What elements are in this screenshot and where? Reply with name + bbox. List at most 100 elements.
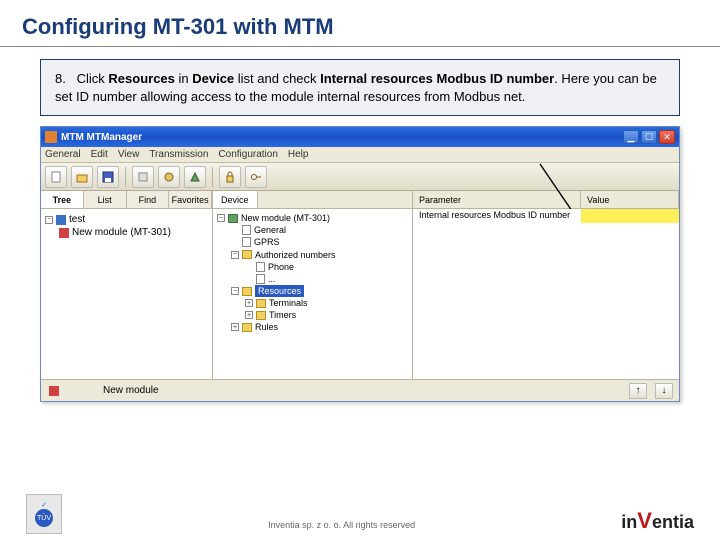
tree-module[interactable]: New module (MT-301) <box>45 226 208 239</box>
tab-device[interactable]: Device <box>213 191 258 208</box>
devtree-root[interactable]: − New module (MT-301) <box>217 212 408 224</box>
workarea: Tree List Find Favorites − test New modu… <box>41 191 679 379</box>
toolbar-btn5-icon[interactable] <box>158 166 180 188</box>
toolbar <box>41 163 679 191</box>
status-text: New module <box>67 385 621 396</box>
slide-title: Configuring MT-301 with MTM <box>0 0 720 46</box>
toolbar-open-icon[interactable] <box>71 166 93 188</box>
project-icon <box>56 215 66 225</box>
devtree-resources[interactable]: − Resources <box>217 285 408 297</box>
folder-icon <box>256 299 266 308</box>
collapse-icon[interactable]: − <box>45 216 53 224</box>
tree-root[interactable]: − test <box>45 213 208 226</box>
menu-view[interactable]: View <box>118 149 140 160</box>
devtree-timers[interactable]: + Timers <box>217 309 408 321</box>
page-icon <box>256 262 265 272</box>
collapse-icon[interactable]: − <box>217 214 225 222</box>
devtree-rules[interactable]: + Rules <box>217 321 408 333</box>
parameter-pane: Parameter Value Internal resources Modbu… <box>413 191 679 379</box>
inventia-logo: inVentia <box>621 508 694 534</box>
collapse-icon[interactable]: − <box>231 287 239 295</box>
devtree-gprs[interactable]: GPRS <box>217 236 408 248</box>
logo-v: V <box>637 508 652 533</box>
param-row[interactable]: Internal resources Modbus ID number <box>413 209 679 223</box>
instruction-text: Click Resources in Device list and check… <box>55 71 657 104</box>
menu-configuration[interactable]: Configuration <box>218 149 277 160</box>
collapse-icon[interactable]: − <box>231 251 239 259</box>
col-parameter[interactable]: Parameter <box>413 191 581 208</box>
module-icon <box>59 228 69 238</box>
expand-icon[interactable]: + <box>245 311 253 319</box>
toolbar-key-icon[interactable] <box>245 166 267 188</box>
devtree-dots-label: ... <box>268 273 276 285</box>
nav-down-button[interactable]: ↓ <box>655 383 673 399</box>
module-icon <box>49 386 59 396</box>
parameter-body: Internal resources Modbus ID number <box>413 209 679 379</box>
toolbar-save-icon[interactable] <box>97 166 119 188</box>
parameter-header: Parameter Value <box>413 191 679 209</box>
devtree-resources-label: Resources <box>255 285 304 297</box>
step-number: 8. <box>55 70 73 88</box>
folder-icon <box>242 250 252 259</box>
menu-general[interactable]: General <box>45 149 81 160</box>
col-value[interactable]: Value <box>581 191 679 208</box>
instruction-box: 8. Click Resources in Device list and ch… <box>40 59 680 116</box>
page-icon <box>242 237 251 247</box>
toolbar-btn4-icon[interactable] <box>132 166 154 188</box>
project-tree[interactable]: − test New module (MT-301) <box>41 209 212 379</box>
devtree-dots[interactable]: ... <box>217 273 408 285</box>
menubar: General Edit View Transmission Configura… <box>41 147 679 163</box>
devtree-terminals-label: Terminals <box>269 297 308 309</box>
devtree-phone[interactable]: Phone <box>217 261 408 273</box>
window-buttons: ▁ ☐ ✕ <box>623 130 675 144</box>
maximize-button[interactable]: ☐ <box>641 130 657 144</box>
devtree-auth-label: Authorized numbers <box>255 249 336 261</box>
expand-icon[interactable]: + <box>231 323 239 331</box>
devtree-root-label: New module (MT-301) <box>241 212 330 224</box>
statusbar: New module ↑ ↓ <box>41 379 679 401</box>
toolbar-separator <box>125 167 126 187</box>
logo-pre: in <box>621 512 637 532</box>
close-button[interactable]: ✕ <box>659 130 675 144</box>
page-icon <box>242 225 251 235</box>
toolbar-separator <box>212 167 213 187</box>
toolbar-btn6-icon[interactable] <box>184 166 206 188</box>
copyright-text: Inventia sp. z o. o. All rights reserved <box>62 520 621 534</box>
devtree-general[interactable]: General <box>217 224 408 236</box>
tuv-check-icon: ✓ <box>41 501 47 509</box>
toolbar-lock-icon[interactable] <box>219 166 241 188</box>
tab-tree[interactable]: Tree <box>41 191 84 208</box>
device-tabs: Device <box>213 191 412 209</box>
tab-find[interactable]: Find <box>127 191 170 208</box>
menu-transmission[interactable]: Transmission <box>149 149 208 160</box>
tab-list[interactable]: List <box>84 191 127 208</box>
left-tabs: Tree List Find Favorites <box>41 191 212 209</box>
menu-help[interactable]: Help <box>288 149 309 160</box>
devtree-timers-label: Timers <box>269 309 296 321</box>
tree-module-label: New module (MT-301) <box>72 227 171 238</box>
device-pane: Device − New module (MT-301) General GPRS… <box>213 191 413 379</box>
devtree-auth[interactable]: − Authorized numbers <box>217 249 408 261</box>
app-icon <box>45 131 57 143</box>
nav-up-button[interactable]: ↑ <box>629 383 647 399</box>
toolbar-new-icon[interactable] <box>45 166 67 188</box>
tab-favorites[interactable]: Favorites <box>169 191 212 208</box>
folder-icon <box>242 323 252 332</box>
page-icon <box>256 274 265 284</box>
devtree-terminals[interactable]: + Terminals <box>217 297 408 309</box>
titlebar: MTM MTManager ▁ ☐ ✕ <box>41 127 679 147</box>
window-title: MTM MTManager <box>61 132 623 143</box>
left-pane: Tree List Find Favorites − test New modu… <box>41 191 213 379</box>
tuv-badge: ✓ TÜV <box>26 494 62 534</box>
tuv-circle: TÜV <box>35 509 53 527</box>
expand-icon[interactable]: + <box>245 299 253 307</box>
devtree-gprs-label: GPRS <box>254 236 280 248</box>
minimize-button[interactable]: ▁ <box>623 130 639 144</box>
param-value[interactable] <box>581 209 679 223</box>
device-tree[interactable]: − New module (MT-301) General GPRS − Autho… <box>213 209 412 379</box>
devtree-rules-label: Rules <box>255 321 278 333</box>
tree-root-label: test <box>69 214 85 225</box>
folder-icon <box>242 287 252 296</box>
param-name: Internal resources Modbus ID number <box>413 209 581 223</box>
menu-edit[interactable]: Edit <box>91 149 108 160</box>
